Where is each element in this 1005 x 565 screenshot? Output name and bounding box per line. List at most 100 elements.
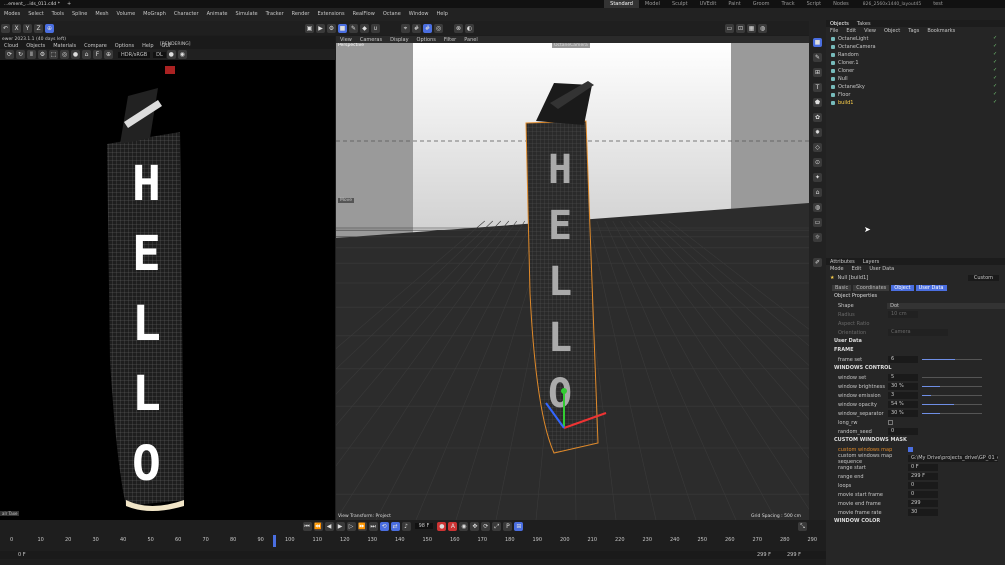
render-picture-icon[interactable]: ▦: [747, 23, 756, 33]
render-view-icon[interactable]: ▶: [316, 23, 325, 33]
custom-row-value[interactable]: 30: [908, 509, 938, 516]
menu-volume[interactable]: Volume: [113, 8, 140, 21]
camera-label[interactable]: OctaneCamera: [552, 43, 590, 48]
visibility-check-icon[interactable]: ✓: [993, 36, 997, 41]
custom-row-value[interactable]: 0 F: [908, 464, 938, 471]
settings-icon[interactable]: ⚙: [38, 50, 47, 59]
object-item[interactable]: Cloner.1 ✓: [826, 59, 1005, 67]
layout-test[interactable]: test: [929, 1, 947, 7]
snapshot-icon[interactable]: ◉: [177, 50, 187, 59]
viewport-menu-options[interactable]: Options: [413, 37, 440, 43]
focus-icon[interactable]: ◎: [60, 50, 69, 59]
new-tab-button[interactable]: +: [64, 1, 74, 7]
radius-value[interactable]: 10 cm: [888, 311, 918, 318]
timeline-ruler[interactable]: 0 10 20 30 40 50 60 70 80 90 100 110 120 130 140 150 160…: [0, 535, 826, 547]
subdivide-icon[interactable]: ◆: [360, 23, 369, 33]
layout-tab-sculpt[interactable]: Sculpt: [666, 0, 694, 8]
snap-icon[interactable]: ⌖: [401, 23, 410, 33]
menu-octane[interactable]: Octane: [379, 8, 405, 21]
viewport-menu-panel[interactable]: Panel: [460, 37, 482, 43]
windows-row-slider[interactable]: [922, 377, 982, 378]
layout-tab-model[interactable]: Model: [639, 0, 666, 8]
next-key-icon[interactable]: ⏩: [357, 521, 367, 531]
octane-menu-objects[interactable]: Objects: [22, 43, 49, 49]
custom-row-value[interactable]: 0: [908, 491, 938, 498]
attribute-menu-user-data[interactable]: User Data: [865, 266, 898, 272]
timeline-icon[interactable]: ⤡: [798, 521, 807, 531]
visibility-check-icon[interactable]: ✓: [993, 44, 997, 49]
spline-pen-icon[interactable]: ✎: [813, 53, 822, 62]
custom-map-checkbox[interactable]: [908, 447, 913, 452]
send-scene-icon[interactable]: ⟳: [5, 50, 14, 59]
viewport-layout-icon[interactable]: ▭: [725, 23, 734, 33]
object-item[interactable]: Null ✓: [826, 75, 1005, 83]
subtab-basic[interactable]: Basic: [832, 284, 852, 291]
floor-icon[interactable]: ▭: [813, 218, 822, 227]
pen-icon[interactable]: ✎: [349, 23, 358, 33]
light-palette-icon[interactable]: ✦: [813, 173, 822, 182]
subtab-coordinates[interactable]: Coordinates: [853, 284, 890, 291]
visibility-check-icon[interactable]: ✓: [993, 100, 997, 105]
next-frame-icon[interactable]: ▷: [346, 521, 356, 531]
visibility-check-icon[interactable]: ✓: [993, 52, 997, 57]
go-start-icon[interactable]: ⏮: [302, 521, 312, 531]
menu-modes[interactable]: Modes: [0, 8, 24, 21]
windows-row-value[interactable]: 5: [888, 374, 918, 381]
camera-palette-icon[interactable]: ⊙: [813, 158, 822, 167]
field-icon[interactable]: ◇: [813, 143, 822, 152]
windows-row-slider[interactable]: [922, 395, 982, 396]
windows-control-section[interactable]: WINDOWS CONTROL: [826, 364, 1005, 373]
frame-set-value[interactable]: 6: [888, 356, 918, 363]
layout-tab-script[interactable]: Script: [801, 0, 828, 8]
layout-name[interactable]: 826_2560x1440_layout45: [855, 2, 929, 7]
visibility-check-icon[interactable]: ✓: [993, 92, 997, 97]
layout-tab-uvedit[interactable]: UVEdit: [694, 0, 723, 8]
deformer-palette-icon[interactable]: ⬟: [813, 98, 822, 107]
magnet-icon[interactable]: ∪: [371, 23, 380, 33]
visibility-check-icon[interactable]: ✓: [993, 68, 997, 73]
object-item[interactable]: OctaneSky ✓: [826, 83, 1005, 91]
cube-primitive-icon[interactable]: ■: [813, 38, 822, 47]
frame-set-slider[interactable]: [922, 359, 982, 360]
text-icon[interactable]: T: [813, 83, 822, 92]
menu-simulate[interactable]: Simulate: [232, 8, 262, 21]
preset-select[interactable]: Custom: [967, 275, 999, 281]
undo-icon[interactable]: ↶: [1, 23, 10, 33]
menu-character[interactable]: Character: [170, 8, 203, 21]
windows-row-slider[interactable]: [922, 404, 982, 405]
viewport-menu-cameras[interactable]: Cameras: [356, 37, 386, 43]
menu-tracker[interactable]: Tracker: [262, 8, 288, 21]
object-item[interactable]: OctaneCamera ✓: [826, 43, 1005, 51]
generator-icon[interactable]: ⊞: [813, 68, 822, 77]
shape-select[interactable]: Dot: [887, 302, 1005, 309]
object-item[interactable]: Random ✓: [826, 51, 1005, 59]
render-region-icon[interactable]: ▣: [305, 23, 314, 33]
subtab-user-data[interactable]: User Data: [915, 284, 947, 291]
layout-tab-standard[interactable]: Standard: [604, 0, 639, 8]
octane-menu-compare[interactable]: Compare: [80, 43, 111, 49]
windows-row-value[interactable]: 54 %: [888, 401, 918, 408]
object-menu-tags[interactable]: Tags: [904, 28, 923, 34]
windows-row-value[interactable]: 30 %: [888, 383, 918, 390]
current-frame-field[interactable]: 98 F: [414, 523, 434, 529]
visibility-check-icon[interactable]: ✓: [993, 84, 997, 89]
octane-menu-help[interactable]: Help: [138, 43, 157, 49]
custom-mask-section[interactable]: CUSTOM WINDOWS MASK: [826, 436, 1005, 445]
dl-select[interactable]: DL: [153, 51, 166, 58]
playhead[interactable]: [273, 535, 277, 547]
grid-snap-icon[interactable]: #: [423, 23, 432, 33]
custom-row-value[interactable]: G:\My Drive\projects_drive\GP_01_city_: [908, 455, 998, 462]
keyframe-select-icon[interactable]: ◉: [459, 521, 469, 531]
attribute-menu-edit[interactable]: Edit: [848, 266, 866, 272]
play-icon[interactable]: ▶: [335, 521, 345, 531]
object-item[interactable]: Floor ✓: [826, 91, 1005, 99]
brush-icon[interactable]: ✐: [813, 258, 822, 267]
grid-icon[interactable]: #: [412, 23, 421, 33]
orientation-value[interactable]: Camera: [888, 329, 948, 336]
window-color-section[interactable]: WINDOW COLOR: [826, 517, 1005, 526]
coordinate-system-button[interactable]: ⊕: [45, 23, 54, 33]
menu-help[interactable]: Help: [433, 8, 452, 21]
object-menu-edit[interactable]: Edit: [842, 28, 860, 34]
windows-row-value[interactable]: 30 %: [888, 410, 918, 417]
speaker-icon[interactable]: ♪: [401, 521, 411, 531]
